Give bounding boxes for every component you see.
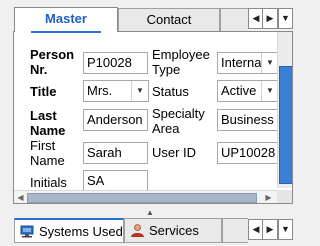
employee-type-value: Interna	[221, 55, 262, 70]
status-value: Active	[221, 83, 257, 98]
title-value: Mrs.	[87, 83, 113, 98]
status-label: Status	[152, 84, 189, 99]
chevron-down-icon[interactable]: ▼	[131, 81, 148, 101]
person-nr-label: Person Nr.	[30, 47, 75, 77]
title-select[interactable]: Mrs. ▼	[83, 80, 149, 102]
chevron-right-icon: ▶	[266, 224, 274, 234]
tab-systems-used[interactable]: Systems Used	[14, 218, 124, 243]
last-name-field[interactable]: Anderson	[83, 109, 148, 131]
chevron-right-icon: ▶	[266, 13, 274, 23]
tab-master[interactable]: Master	[14, 7, 118, 33]
splitter-grip-icon[interactable]: ▲	[146, 208, 154, 217]
bottom-tab-scroll-right-button[interactable]: ▶	[262, 219, 278, 240]
computer-icon	[20, 225, 34, 238]
bottom-tab-list-dropdown-button[interactable]: ▼	[278, 219, 293, 240]
chevron-down-icon[interactable]: ▼	[261, 81, 278, 101]
panel-splitter[interactable]: ▲	[0, 205, 297, 218]
specialty-area-label: Specialty Area	[152, 106, 205, 136]
chevron-down-icon[interactable]: ▼	[261, 53, 278, 73]
user-id-field[interactable]: UP10028	[217, 142, 279, 164]
first-name-label: First Name	[30, 138, 65, 168]
tab-scroll-right-button[interactable]: ▶	[262, 8, 278, 29]
chevron-down-icon: ▼	[281, 224, 290, 234]
tab-systems-used-label: Systems Used	[39, 224, 123, 239]
last-name-label: Last Name	[30, 108, 66, 138]
initials-label: Initials	[30, 175, 67, 190]
user-id-label: User ID	[152, 145, 197, 160]
specialty-area-field[interactable]: Business	[217, 109, 279, 131]
vertical-scrollbar[interactable]	[277, 32, 292, 188]
tab-overflow-partial[interactable]	[220, 8, 248, 32]
scrollbar-corner	[277, 190, 292, 203]
tab-services[interactable]: Services	[124, 218, 222, 243]
title-label: Title	[30, 84, 57, 99]
person-nr-field[interactable]: P10028	[83, 52, 148, 74]
employee-type-label: Employee Type	[152, 47, 210, 77]
tab-contact[interactable]: Contact	[118, 8, 220, 32]
scroll-left-arrow-icon[interactable]: ◀	[14, 191, 27, 203]
scroll-right-arrow-icon[interactable]: ▶	[262, 191, 275, 203]
initials-field[interactable]: SA	[83, 170, 148, 192]
tab-services-label: Services	[149, 223, 199, 238]
tab-overflow-partial[interactable]	[222, 218, 248, 243]
master-form-panel: Person Nr. P10028 Employee Type Interna ▼ …	[13, 31, 293, 204]
chevron-left-icon: ◀	[252, 13, 260, 23]
tab-list-dropdown-button[interactable]: ▼	[278, 8, 293, 29]
chevron-down-icon: ▼	[281, 13, 290, 23]
chevron-left-icon: ◀	[252, 224, 260, 234]
status-select[interactable]: Active ▼	[217, 80, 279, 102]
top-tab-strip: Master Contact ◀ ▶ ▼	[0, 0, 297, 33]
employee-type-select[interactable]: Interna ▼	[217, 52, 279, 74]
horizontal-scroll-thumb[interactable]	[27, 193, 257, 203]
vertical-scroll-thumb[interactable]	[279, 66, 292, 184]
horizontal-scrollbar[interactable]: ◀ ▶	[14, 190, 277, 203]
person-icon	[131, 224, 144, 237]
first-name-field[interactable]: Sarah	[83, 142, 148, 164]
